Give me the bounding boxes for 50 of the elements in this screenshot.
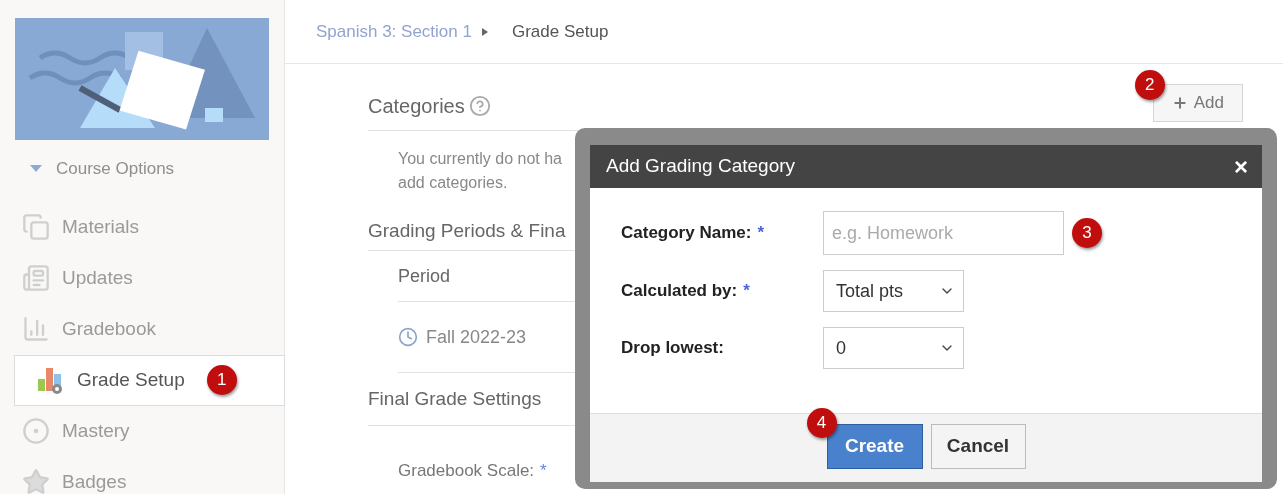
triangle-icon xyxy=(30,165,42,173)
sidebar-item[interactable]: Gradebook xyxy=(0,303,284,355)
empty-message: add categories. xyxy=(398,173,508,193)
breadcrumb-link[interactable]: Spanish 3: Section 1 xyxy=(316,18,472,45)
sidebar-item[interactable]: Badges xyxy=(0,456,284,494)
cancel-button[interactable]: Cancel xyxy=(930,424,1026,469)
period-name: Fall 2022-23 xyxy=(426,325,527,349)
target-icon xyxy=(22,417,50,445)
sidebar-item-label: Gradebook xyxy=(62,316,156,341)
breadcrumb-arrow-icon xyxy=(481,27,488,36)
sidebar-item[interactable]: Materials xyxy=(0,201,284,253)
field-label: Drop lowest: xyxy=(621,337,724,360)
breadcrumb-current: Grade Setup xyxy=(511,20,609,43)
empty-message: You currently do not ha xyxy=(398,149,562,169)
required-mark: * xyxy=(743,280,750,303)
section-heading: Final Grade Settings xyxy=(368,386,542,411)
sidebar-item[interactable]: Grade Setup 1 xyxy=(14,354,285,406)
step-number-badge: 1 xyxy=(206,365,237,395)
newspaper-icon xyxy=(22,264,50,292)
sidebar-item-label: Grade Setup xyxy=(77,367,185,392)
sidebar-item[interactable]: Updates xyxy=(0,252,284,304)
step-number-badge: 4 xyxy=(806,408,837,438)
sidebar-item-label: Updates xyxy=(62,265,133,290)
clock-icon xyxy=(398,327,418,347)
step-number-badge: 3 xyxy=(1072,218,1102,248)
column-header: Period xyxy=(398,264,451,288)
sidebar-item-label: Mastery xyxy=(62,418,130,443)
course-options-toggle[interactable]: Course Options xyxy=(30,156,284,182)
section-heading: Grading Periods & Fina xyxy=(368,219,566,244)
plus-icon xyxy=(1171,95,1188,111)
dropdown-select[interactable]: 0 xyxy=(823,327,964,369)
chart-gear-icon xyxy=(37,365,65,395)
section-heading: Categories xyxy=(368,94,465,119)
required-mark: * xyxy=(540,460,547,482)
bar-chart-icon xyxy=(22,315,50,343)
category-name-field[interactable]: e.g. Homework xyxy=(823,211,1064,255)
sidebar-item-label: Badges xyxy=(62,469,127,494)
sidebar-item[interactable]: Mastery xyxy=(0,405,284,457)
field-label: Gradebook Scale: xyxy=(398,460,535,482)
dropdown-select[interactable]: Total pts xyxy=(823,270,964,312)
required-mark: * xyxy=(757,222,764,245)
field-label: Category Name: xyxy=(621,222,752,245)
field-label: Calculated by: xyxy=(621,280,738,303)
pages-icon xyxy=(22,213,50,241)
sidebar-item-label: Materials xyxy=(62,214,140,239)
step-number-badge: 2 xyxy=(1134,70,1165,100)
close-button[interactable]: × xyxy=(1234,154,1248,179)
create-button[interactable]: Create xyxy=(826,424,923,469)
help-icon[interactable] xyxy=(468,95,491,117)
dialog-title: Add Grading Category xyxy=(606,154,796,179)
